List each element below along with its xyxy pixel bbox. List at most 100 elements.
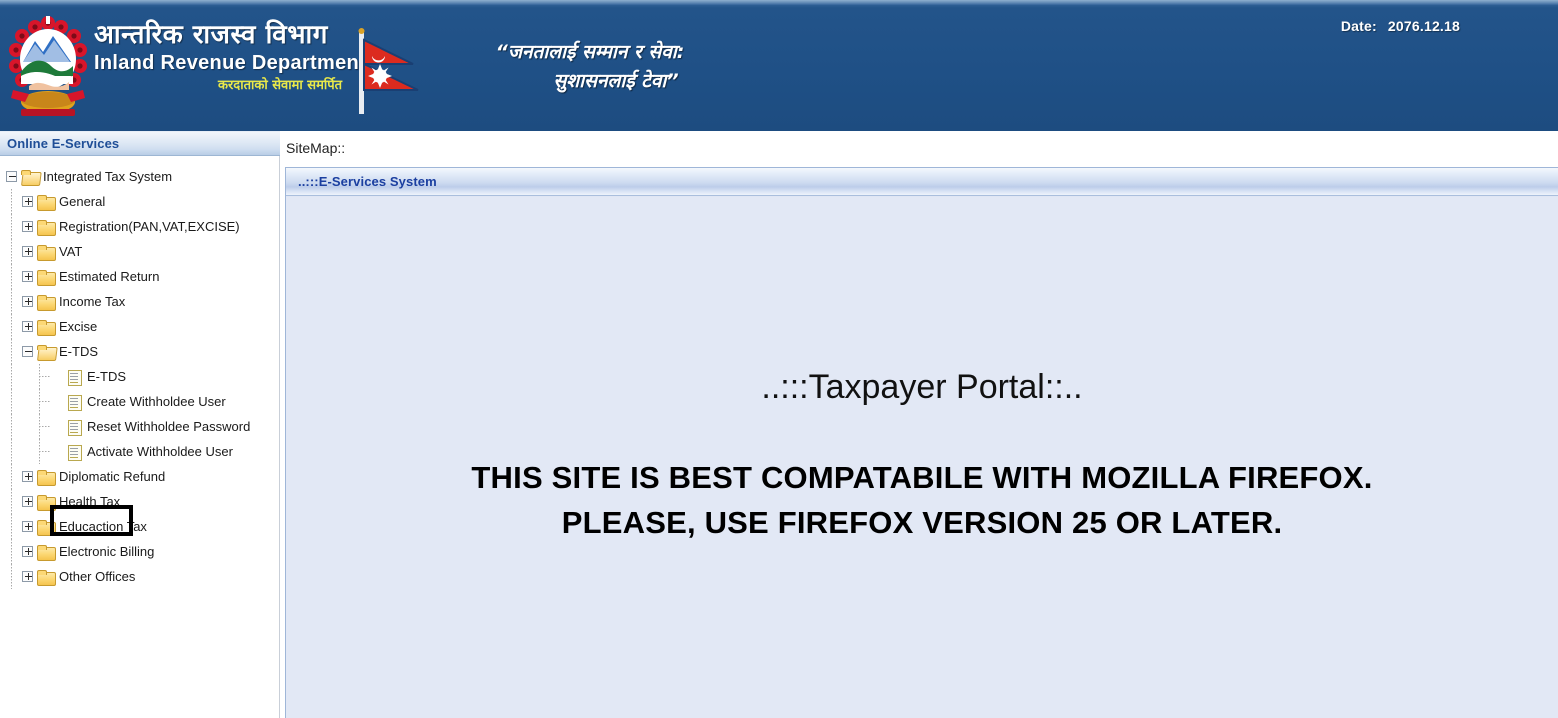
tree-guide-line: [11, 214, 12, 239]
panel-header: ..:::E-Services System: [286, 168, 1558, 196]
tree-guide-line: [11, 539, 12, 564]
expand-icon[interactable]: [22, 196, 33, 207]
department-tagline: करदाताको सेवामा समर्पित: [218, 78, 342, 94]
tree-item-label: Health Tax: [59, 493, 121, 509]
tree-item-label: Income Tax: [59, 293, 126, 309]
tree-guide-line: [11, 514, 12, 539]
tree-guide-line: [11, 464, 12, 489]
tree-guide-line: [39, 389, 40, 414]
eservices-panel: ..:::E-Services System ..:::Taxpayer Por…: [285, 167, 1558, 718]
tree-item-excise[interactable]: Excise: [0, 314, 279, 339]
tree-item-label: Reset Withholdee Password: [87, 418, 251, 434]
tree-guide-line: [11, 564, 12, 589]
tree-guide-line: [39, 451, 50, 452]
sidebar-title: Online E-Services: [7, 136, 120, 151]
tree-item-label: Diplomatic Refund: [59, 468, 166, 484]
tree-guide-line: [11, 314, 12, 339]
tree-guide-line: [39, 376, 50, 377]
tree-item-e-tds[interactable]: E-TDS: [0, 339, 279, 364]
page-body: Online E-Services Integrated Tax System G…: [0, 131, 1558, 718]
folder-icon: [37, 494, 56, 511]
tree-item-income-tax[interactable]: Income Tax: [0, 289, 279, 314]
folder-icon: [37, 569, 56, 586]
expand-icon[interactable]: [22, 221, 33, 232]
tree-item-estimated-return[interactable]: Estimated Return: [0, 264, 279, 289]
tree-item-e-tds[interactable]: E-TDS: [0, 364, 279, 389]
tree-item-general[interactable]: General: [0, 189, 279, 214]
tree-item-diplomatic-refund[interactable]: Diplomatic Refund: [0, 464, 279, 489]
tree-item-vat[interactable]: VAT: [0, 239, 279, 264]
folder-icon: [37, 194, 56, 211]
nepal-flag-icon: [358, 28, 419, 114]
folder-icon: [37, 269, 56, 286]
navigation-tree[interactable]: Integrated Tax System General Registration…: [0, 156, 279, 589]
folder-open-icon: [37, 344, 54, 359]
tree-item-activate-withholdee-user[interactable]: Activate Withholdee User: [0, 439, 279, 464]
folder-icon: [37, 519, 56, 536]
collapse-icon[interactable]: [6, 171, 17, 182]
tree-guide-line: [11, 439, 12, 464]
tree-item-label: VAT: [59, 243, 83, 259]
folder-icon: [37, 544, 56, 561]
expand-icon[interactable]: [22, 296, 33, 307]
collapse-icon[interactable]: [22, 346, 33, 357]
expand-icon[interactable]: [22, 471, 33, 482]
tree-guide-line: [39, 401, 50, 402]
tree-guide-line: [39, 414, 40, 439]
tree-guide-line: [11, 389, 12, 414]
notice-line-2: PLEASE, USE FIREFOX VERSION 25 OR LATER.: [561, 504, 1283, 540]
tree-item-label: Estimated Return: [59, 268, 160, 284]
department-titles: आन्तरिक राजस्व विभाग Inland Revenue Depa…: [94, 20, 367, 94]
expand-icon[interactable]: [22, 246, 33, 257]
tree-guide-line: [11, 339, 12, 364]
tree-item-label: Registration(PAN,VAT,EXCISE): [59, 218, 240, 234]
sidebar-header: Online E-Services: [0, 131, 280, 156]
slogan: “जनतालाई सम्मान र सेवा: सुशासनलाई टेवा”: [440, 38, 740, 95]
tree-guide-line: [11, 364, 12, 389]
tree-guide-line: [39, 439, 40, 464]
folder-icon: [37, 244, 56, 261]
panel-body: ..:::Taxpayer Portal::.. THIS SITE IS BE…: [286, 197, 1558, 718]
document-icon: [67, 369, 82, 386]
date-value: 2076.12.18: [1387, 18, 1460, 34]
browser-compatibility-notice: THIS SITE IS BEST COMPATABILE WITH MOZIL…: [471, 456, 1372, 546]
tree-item-reset-withholdee-password[interactable]: Reset Withholdee Password: [0, 414, 279, 439]
sitemap-bar: SiteMap::: [281, 131, 1558, 164]
folder-icon: [37, 319, 56, 336]
tree-item-label: Activate Withholdee User: [87, 443, 233, 459]
expand-icon[interactable]: [22, 496, 33, 507]
date-label: Date:: [1340, 18, 1377, 34]
folder-icon: [37, 294, 56, 311]
portal-title: ..:::Taxpayer Portal::..: [761, 368, 1083, 406]
tree-item-health-tax[interactable]: Health Tax: [0, 489, 279, 514]
tree-guide-line: [11, 489, 12, 514]
document-icon: [67, 394, 82, 411]
tree-item-other-offices[interactable]: Other Offices: [0, 564, 279, 589]
folder-icon: [37, 469, 56, 486]
panel-title: ..:::E-Services System: [298, 174, 437, 189]
expand-icon[interactable]: [22, 546, 33, 557]
tree-item-integrated-tax-system[interactable]: Integrated Tax System: [0, 164, 279, 189]
slogan-line-1: “जनतालाई सम्मान र सेवा:: [495, 41, 685, 63]
tree-item-create-withholdee-user[interactable]: Create Withholdee User: [0, 389, 279, 414]
expand-icon[interactable]: [22, 321, 33, 332]
tree-item-educaction-tax[interactable]: Educaction Tax: [0, 514, 279, 539]
department-name-english: Inland Revenue Department: [94, 52, 367, 75]
tree-item-registration-pan-vat-excise[interactable]: Registration(PAN,VAT,EXCISE): [0, 214, 279, 239]
tree-item-electronic-billing[interactable]: Electronic Billing: [0, 539, 279, 564]
department-name-nepali: आन्तरिक राजस्व विभाग: [94, 20, 328, 50]
expand-icon[interactable]: [22, 571, 33, 582]
sidebar: Online E-Services Integrated Tax System G…: [0, 131, 280, 718]
folder-icon: [37, 219, 56, 236]
expand-icon[interactable]: [22, 271, 33, 282]
tree-item-label: Create Withholdee User: [87, 393, 226, 409]
tree-guide-line: [11, 239, 12, 264]
tree-guide-line: [11, 414, 12, 439]
document-icon: [67, 444, 82, 461]
tree-item-label: E-TDS: [59, 343, 98, 359]
tree-item-label: Electronic Billing: [59, 543, 155, 559]
expand-icon[interactable]: [22, 521, 33, 532]
document-icon: [67, 419, 82, 436]
slogan-line-2: सुशासनलाई टेवा”: [553, 69, 679, 92]
notice-line-1: THIS SITE IS BEST COMPATABILE WITH MOZIL…: [471, 460, 1373, 495]
